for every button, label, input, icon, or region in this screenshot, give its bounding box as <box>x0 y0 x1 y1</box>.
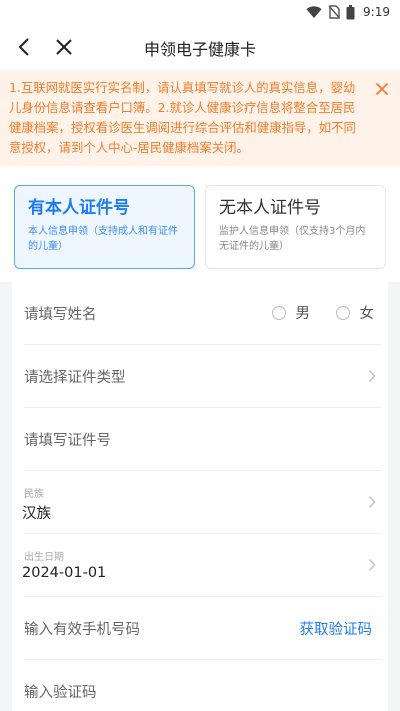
chevron-right-icon <box>368 495 376 509</box>
name-input[interactable]: 请填写姓名 <box>24 303 97 324</box>
application-form: 请填写姓名 男 女 请选择证件类型 请填写证件号 民族 汉族 出生日期 2024… <box>12 282 388 711</box>
card-title: 有本人证件号 <box>28 198 130 218</box>
id-type-cards: 有本人证件号 本人信息申领（支持成人和有证件的儿童） 无本人证件号 监护人信息申… <box>0 166 400 282</box>
get-code-button[interactable]: 获取验证码 <box>300 618 373 639</box>
battery-icon <box>346 4 355 19</box>
card-without-id[interactable]: 无本人证件号 监护人信息申领（仅支持3个月内无证件的儿童） <box>205 185 386 269</box>
card-desc: 监护人信息申领（仅支持3个月内无证件的儿童） <box>219 226 366 252</box>
phone-input[interactable]: 输入有效手机号码 <box>24 618 140 639</box>
id-number-input[interactable]: 请填写证件号 <box>24 429 111 450</box>
birth-date-label: 出生日期 <box>24 552 64 563</box>
notice-banner: 1.互联网就医实行实名制，请认真填写就诊人的真实信息，婴幼儿身份信息请查看户口簿… <box>0 70 400 166</box>
chevron-right-icon <box>368 558 376 572</box>
card-with-id[interactable]: 有本人证件号 本人信息申领（支持成人和有证件的儿童） <box>14 185 195 269</box>
birth-date-value[interactable]: 2024-01-01 <box>22 565 106 581</box>
radio-female[interactable] <box>335 305 350 320</box>
id-type-select[interactable]: 请选择证件类型 <box>24 366 126 387</box>
gender-female-label: 女 <box>359 306 375 322</box>
ethnicity-row[interactable]: 民族 汉族 <box>12 471 388 534</box>
ethnicity-label: 民族 <box>24 489 44 500</box>
notice-close-icon[interactable] <box>375 82 389 96</box>
chevron-right-icon <box>368 369 376 383</box>
status-time: 9:19 <box>363 5 390 19</box>
gender-male-label: 男 <box>295 306 311 322</box>
radio-male[interactable] <box>271 305 286 320</box>
id-type-row[interactable]: 请选择证件类型 <box>12 345 388 408</box>
birth-date-row[interactable]: 出生日期 2024-01-01 <box>12 534 388 597</box>
ethnicity-value[interactable]: 汉族 <box>22 502 51 523</box>
card-title: 无本人证件号 <box>219 198 321 218</box>
code-row: 输入验证码 <box>12 660 388 711</box>
gender-female-option[interactable]: 女 <box>335 302 375 323</box>
code-input[interactable]: 输入验证码 <box>24 681 97 702</box>
card-desc: 本人信息申领（支持成人和有证件的儿童） <box>28 226 178 252</box>
name-row: 请填写姓名 男 女 <box>12 282 388 345</box>
status-icons: 9:19 <box>306 3 390 21</box>
no-sim-icon <box>328 5 341 19</box>
nav-bar: 申领电子健康卡 <box>0 24 400 70</box>
gender-male-option[interactable]: 男 <box>271 302 311 323</box>
status-bar: 9:19 <box>0 0 400 24</box>
notice-text: 1.互联网就医实行实名制，请认真填写就诊人的真实信息，婴幼儿身份信息请查看户口簿… <box>9 80 356 155</box>
id-number-row: 请填写证件号 <box>12 408 388 471</box>
page-title: 申领电子健康卡 <box>143 40 256 59</box>
wifi-icon <box>306 6 322 18</box>
phone-row: 输入有效手机号码 获取验证码 <box>12 597 388 660</box>
